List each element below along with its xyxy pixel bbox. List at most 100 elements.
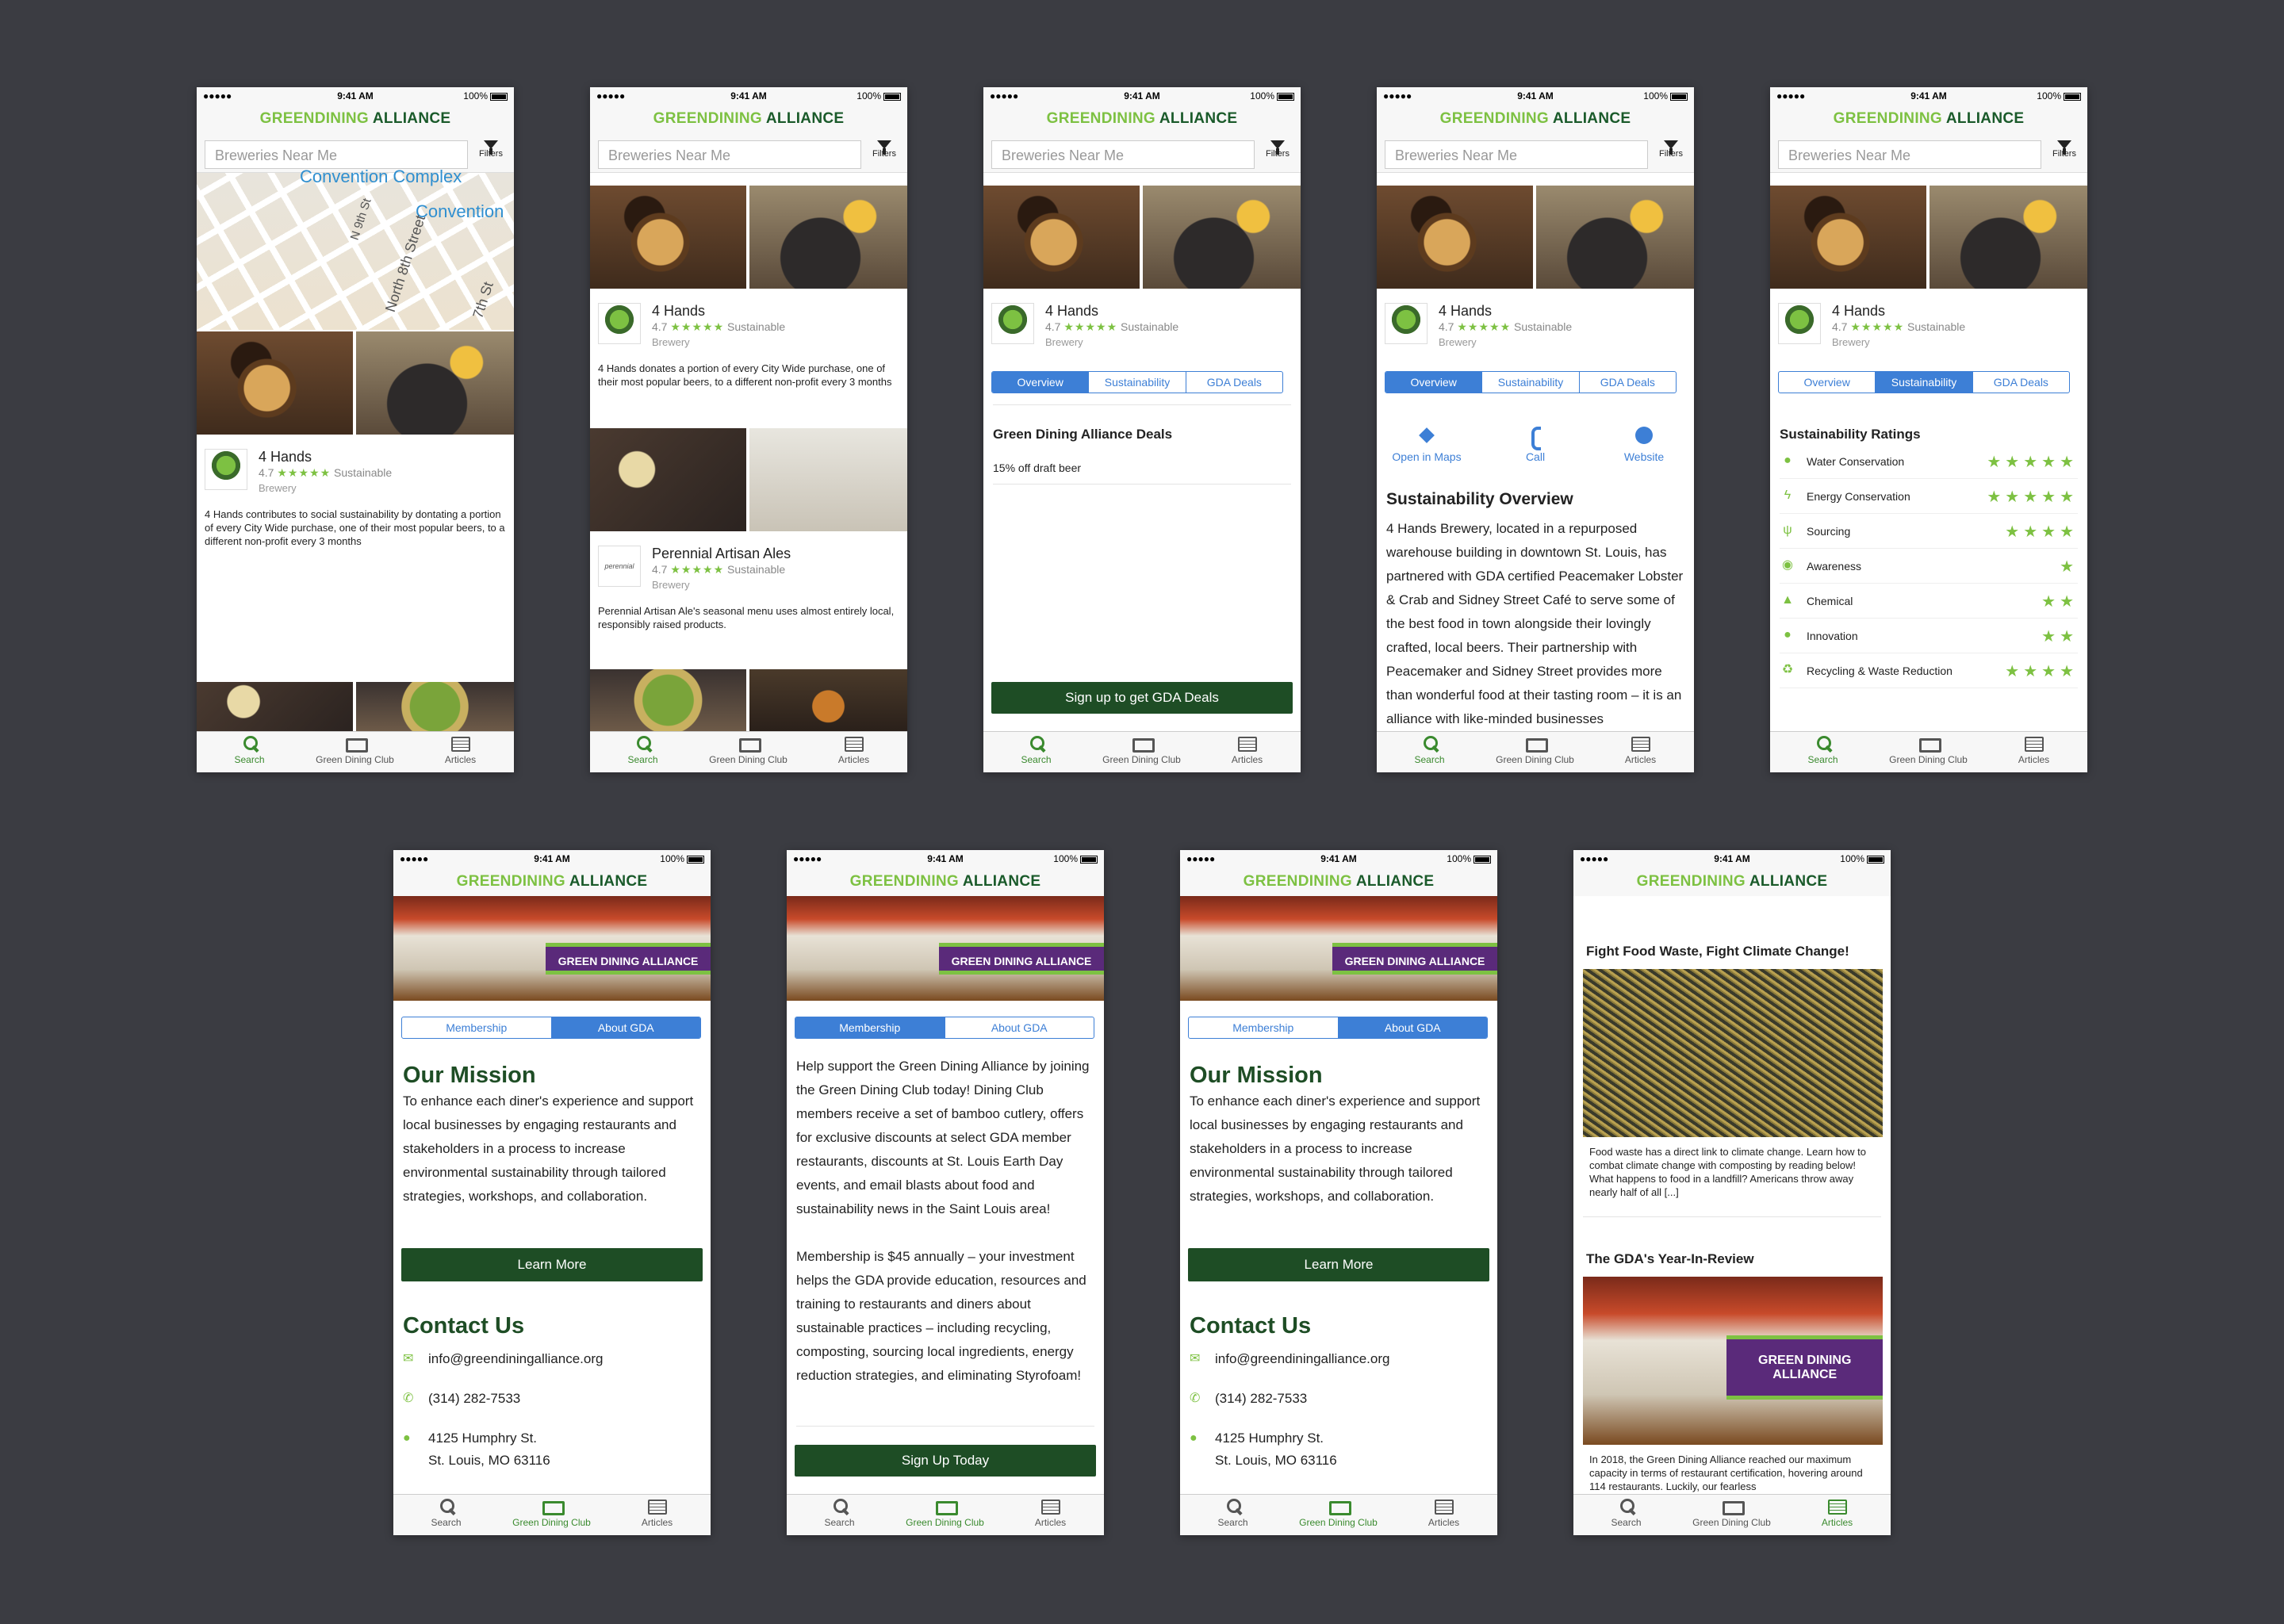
tab-search[interactable]: Search <box>393 1498 499 1528</box>
article-excerpt: Food waste has a direct link to climate … <box>1589 1146 1867 1198</box>
tab-overview[interactable]: Overview <box>1385 372 1483 393</box>
screen-detail-overview: ●●●●● 9:41 AM 100% GREENDINING ALLIANCE B… <box>1377 87 1694 772</box>
learn-more-button[interactable]: Learn More <box>401 1248 703 1281</box>
tab-membership[interactable]: Membership <box>795 1017 945 1038</box>
tab-gda-deals[interactable]: GDA Deals <box>1186 372 1282 393</box>
article-title[interactable]: Fight Food Waste, Fight Climate Change! <box>1586 944 1849 959</box>
tab-gda-deals[interactable]: GDA Deals <box>1580 372 1676 393</box>
tab-green-dining-club[interactable]: Green Dining Club <box>892 1498 998 1528</box>
restaurant-card[interactable]: perennial Perennial Artisan Ales 4.7 ★★★… <box>590 531 907 650</box>
tab-about-gda[interactable]: About GDA <box>551 1017 700 1038</box>
restaurant-photo <box>749 428 907 531</box>
tab-articles[interactable]: Articles <box>998 1498 1103 1528</box>
search-input[interactable]: Breweries Near Me <box>1385 140 1648 169</box>
search-bar: Breweries Near Me Filters <box>1770 133 2087 173</box>
status-bar: ●●●●● 9:41 AM 100% <box>590 87 907 105</box>
filters-button[interactable]: Filters <box>868 138 901 159</box>
filters-button[interactable]: Filters <box>2048 138 2081 159</box>
tab-search[interactable]: Search <box>197 735 302 765</box>
restaurant-photo <box>356 331 514 435</box>
rating-stars: ★★★★★ <box>1987 454 2078 471</box>
tab-green-dining-club[interactable]: Green Dining Club <box>1679 1498 1784 1528</box>
tab-search[interactable]: Search <box>590 735 696 765</box>
restaurant-photo <box>749 669 907 731</box>
tab-green-dining-club[interactable]: Green Dining Club <box>1089 735 1194 765</box>
detail-segmented-control: Overview Sustainability GDA Deals <box>1778 371 2070 393</box>
tab-sustainability[interactable]: Sustainability <box>1482 372 1580 393</box>
article-photo[interactable]: GREEN DINING ALLIANCE <box>1583 1277 1883 1445</box>
ticket-icon <box>542 1498 565 1515</box>
screen-search-map: ●●●●● 9:41 AM 100% GREENDINING ALLIANCE B… <box>197 87 514 772</box>
tab-search[interactable]: Search <box>1377 735 1482 765</box>
brand-logo: GREENDINING ALLIANCE <box>1377 105 1694 133</box>
learn-more-button[interactable]: Learn More <box>1188 1248 1489 1281</box>
tab-gda-deals[interactable]: GDA Deals <box>1973 372 2069 393</box>
tab-green-dining-club[interactable]: Green Dining Club <box>1876 735 1981 765</box>
tab-green-dining-club[interactable]: Green Dining Club <box>302 735 408 765</box>
water-drop-icon: ● <box>1784 454 1792 467</box>
call-button[interactable]: Call <box>1492 427 1579 463</box>
restaurant-card[interactable]: 4 Hands 4.7 ★★★★★ Sustainable Brewery 4 … <box>197 435 514 553</box>
tab-green-dining-club[interactable]: Green Dining Club <box>1482 735 1588 765</box>
tab-overview[interactable]: Overview <box>1779 372 1876 393</box>
tab-about-gda[interactable]: About GDA <box>1338 1017 1487 1038</box>
tab-membership[interactable]: Membership <box>1189 1017 1339 1038</box>
filters-button[interactable]: Filters <box>1654 138 1688 159</box>
tab-membership[interactable]: Membership <box>402 1017 552 1038</box>
tab-articles[interactable]: Articles <box>1391 1498 1496 1528</box>
search-icon <box>830 1498 850 1514</box>
overview-text: 4 Hands Brewery, located in a repurposed… <box>1386 521 1684 726</box>
search-input[interactable]: Breweries Near Me <box>205 140 468 169</box>
battery-icon <box>490 92 508 101</box>
tab-green-dining-club[interactable]: Green Dining Club <box>1286 1498 1391 1528</box>
restaurant-logo <box>1385 303 1428 344</box>
restaurant-card[interactable]: 4 Hands 4.7 ★★★★★ Sustainable Brewery 4 … <box>590 289 907 416</box>
detail-segmented-control: Overview Sustainability GDA Deals <box>1385 371 1677 393</box>
website-button[interactable]: Website <box>1600 427 1688 463</box>
filters-button[interactable]: Filters <box>474 138 508 159</box>
screen-search-list: ●●●●● 9:41 AM 100% GREENDINING ALLIANCE B… <box>590 87 907 772</box>
open-in-maps-button[interactable]: Open in Maps <box>1383 427 1470 463</box>
filters-button[interactable]: Filters <box>1261 138 1294 159</box>
tab-sustainability[interactable]: Sustainability <box>1876 372 1973 393</box>
search-input[interactable]: Breweries Near Me <box>991 140 1255 169</box>
tab-articles[interactable]: Articles <box>604 1498 710 1528</box>
tab-articles[interactable]: Articles <box>801 735 906 765</box>
phone-icon: ✆ <box>1190 1392 1201 1405</box>
tab-overview[interactable]: Overview <box>992 372 1090 393</box>
signup-deals-button[interactable]: Sign up to get GDA Deals <box>991 682 1293 714</box>
tab-articles[interactable]: Articles <box>1588 735 1693 765</box>
club-banner-photo: GREEN DINING ALLIANCE <box>1180 896 1497 1001</box>
tab-green-dining-club[interactable]: Green Dining Club <box>499 1498 604 1528</box>
newspaper-icon <box>1631 735 1651 752</box>
battery-icon <box>883 92 901 101</box>
restaurant-photo <box>197 682 353 731</box>
search-input[interactable]: Breweries Near Me <box>598 140 861 169</box>
screen-club-about: ●●●●● 9:41 AM 100% GREENDINING ALLIANCE G… <box>393 850 711 1535</box>
restaurant-logo <box>991 303 1034 344</box>
search-bar: Breweries Near Me Filters <box>1377 133 1694 173</box>
tab-search[interactable]: Search <box>1573 1498 1679 1528</box>
tab-articles[interactable]: Articles <box>408 735 513 765</box>
article-photo[interactable] <box>1583 969 1883 1137</box>
tab-articles[interactable]: Articles <box>1981 735 2087 765</box>
tab-search[interactable]: Search <box>1180 1498 1286 1528</box>
restaurant-photo <box>197 331 353 435</box>
map-view[interactable]: Convention Complex Convention N 9th St N… <box>197 167 514 330</box>
tab-search[interactable]: Search <box>1770 735 1876 765</box>
tab-search[interactable]: Search <box>983 735 1089 765</box>
brand-logo: GREENDINING ALLIANCE <box>1573 868 1891 896</box>
tab-bar: Search Green Dining Club Articles <box>787 1494 1104 1535</box>
tab-search[interactable]: Search <box>787 1498 892 1528</box>
newspaper-icon <box>647 1498 668 1515</box>
tab-about-gda[interactable]: About GDA <box>945 1017 1094 1038</box>
article-title[interactable]: The GDA's Year-In-Review <box>1586 1251 1754 1267</box>
sign-up-button[interactable]: Sign Up Today <box>795 1445 1096 1477</box>
rating-row-sourcing: ψ Sourcing ★★★★ <box>1780 514 2078 549</box>
tab-articles[interactable]: Articles <box>1784 1498 1890 1528</box>
tab-sustainability[interactable]: Sustainability <box>1089 372 1186 393</box>
tab-articles[interactable]: Articles <box>1194 735 1300 765</box>
battery-icon <box>1080 855 1098 864</box>
search-input[interactable]: Breweries Near Me <box>1778 140 2041 169</box>
tab-green-dining-club[interactable]: Green Dining Club <box>696 735 801 765</box>
